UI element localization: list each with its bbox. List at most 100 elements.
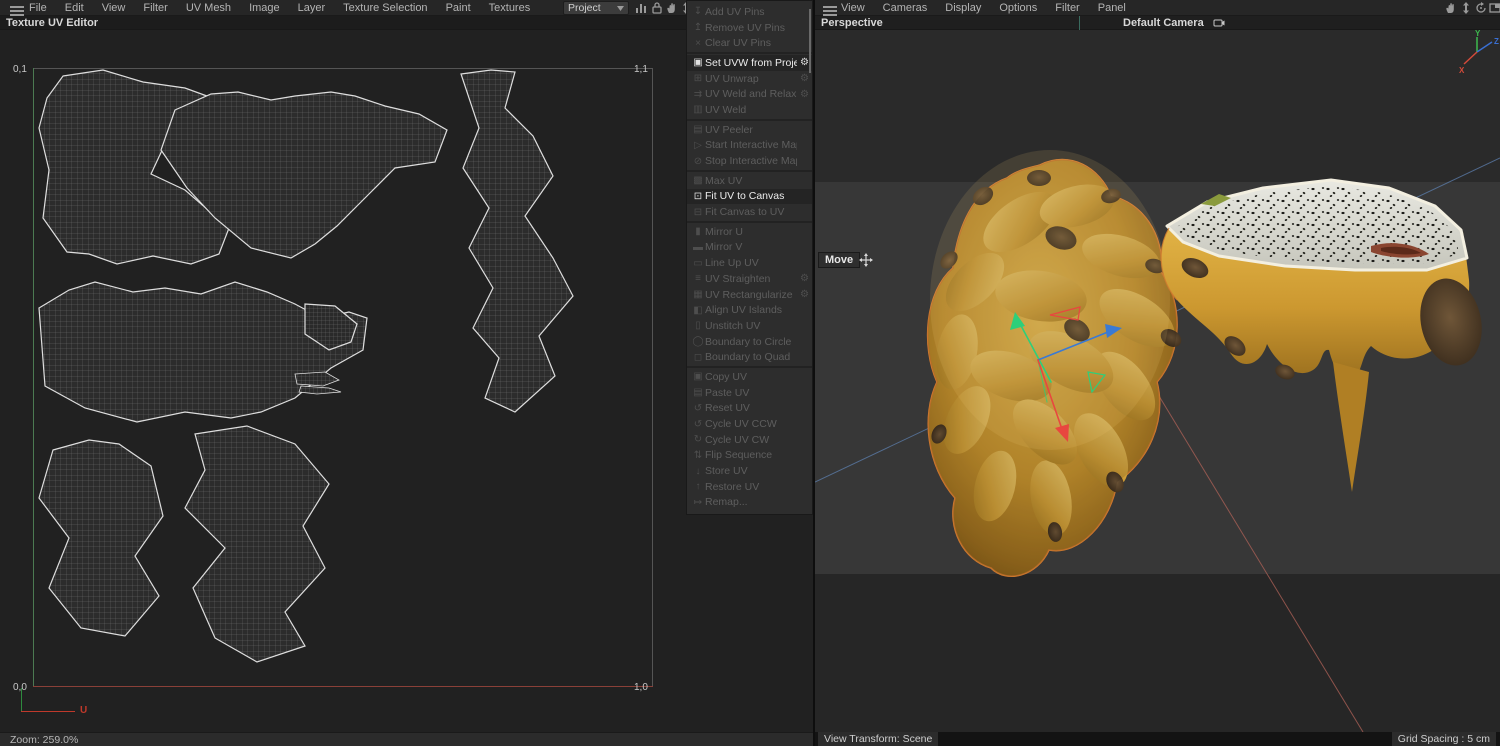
cycle-cw-icon: ↻ [693, 434, 703, 446]
uv-menu-item-mirror-u: ▮ Mirror U [687, 224, 812, 240]
uv-menu-item-mirror-v: ▬ Mirror V [687, 240, 812, 256]
3d-viewport[interactable]: Y Z X Move [815, 30, 1500, 732]
gear-icon[interactable]: ⚙ [797, 273, 809, 284]
reset-icon: ↺ [693, 402, 703, 414]
viewport-menu-filter[interactable]: Filter [1046, 0, 1088, 16]
viewport-bg-near [815, 574, 1500, 732]
uv-menu-item-label: Store UV [705, 465, 748, 478]
viewport-camera-label[interactable]: Default Camera [1123, 17, 1204, 29]
uv-menu-item-label: UV Unwrap [705, 72, 759, 85]
uv-menu-item-label: Cycle UV CCW [705, 418, 777, 431]
stop-icon: ⊘ [693, 155, 703, 167]
viewport-statusbar: View Transform: Scene Grid Spacing : 5 c… [815, 732, 1500, 746]
uv-menu-item-uv-weld: ▥ UV Weld [687, 102, 812, 118]
uv-menu-item-paste-uv: ▤ Paste UV [687, 385, 812, 401]
uv-corner-top-left: 0,1 [13, 64, 27, 75]
uv-island [460, 69, 574, 413]
uv-canvas[interactable] [33, 68, 653, 687]
uv-menu-item-remap: ↦ Remap... [687, 495, 812, 511]
gear-icon[interactable]: ⚙ [797, 73, 809, 84]
panel-divider[interactable] [813, 0, 815, 746]
uv-island [294, 371, 340, 387]
viewport-hand-icon[interactable] [1444, 1, 1458, 15]
menu-paint[interactable]: Paint [437, 0, 480, 16]
view-transform-label: View Transform: Scene [818, 732, 939, 746]
uv-axis-u-label: U [80, 705, 88, 716]
gear-icon[interactable]: ⚙ [797, 89, 809, 100]
gear-icon[interactable]: ⚙ [797, 289, 809, 300]
menu-textures[interactable]: Textures [480, 0, 540, 16]
uv-menu-item-label: UV Weld [705, 103, 747, 116]
menu-filter[interactable]: Filter [134, 0, 176, 16]
uv-menu-item-fit-canvas-to-uv: ⊟ Fit Canvas to UV [687, 204, 812, 220]
uv-menu-item-cycle-uv-ccw: ↺ Cycle UV CCW [687, 416, 812, 432]
uv-menu-item-boundary-to-circle: ◯ Boundary to Circle [687, 334, 812, 350]
uv-islands[interactable] [38, 69, 574, 663]
pin-remove-icon: ↥ [693, 22, 703, 34]
menu-scrollbar[interactable] [809, 9, 811, 73]
menu-file[interactable]: File [20, 0, 56, 16]
viewport-menu-cameras[interactable]: Cameras [874, 0, 937, 16]
weld-icon: ▥ [693, 104, 703, 116]
uv-axis-widget-u [21, 711, 75, 712]
uv-menu-item-stop-interactive-mapping: ⊘Stop Interactive Mapping [687, 153, 812, 169]
uv-menu-item-boundary-to-quad: ◻ Boundary to Quad [687, 349, 812, 365]
cycle-ccw-icon: ↺ [693, 418, 703, 430]
uv-menu-item-label: Restore UV [705, 480, 760, 493]
viewport-menu-display[interactable]: Display [936, 0, 990, 16]
uv-menu-group: ↧ Add UV Pins ↥ Remove UV Pins × Clear UV Pin… [687, 3, 812, 55]
axis-x-label: X [1459, 66, 1465, 75]
viewport-menu-options[interactable]: Options [990, 0, 1046, 16]
viewport-zoom-icon[interactable] [1459, 1, 1473, 15]
max-uv-icon: ▩ [693, 175, 703, 187]
menu-edit[interactable]: Edit [56, 0, 93, 16]
menu-image[interactable]: Image [240, 0, 289, 16]
viewport-menu-panel[interactable]: Panel [1089, 0, 1135, 16]
viewport-rotate-icon[interactable] [1474, 1, 1488, 15]
axis-z-label: Z [1494, 37, 1499, 46]
menu-texture-selection[interactable]: Texture Selection [334, 0, 436, 16]
uv-menu-item-fit-uv-to-canvas[interactable]: ⊡ Fit UV to Canvas [687, 188, 812, 205]
flip-sequence-icon: ⇅ [693, 449, 703, 461]
menu-uv-mesh[interactable]: UV Mesh [177, 0, 240, 16]
uv-menu-item-label: Set UVW from Projection [705, 56, 797, 69]
uv-menu-item-clear-uv-pins: × Clear UV Pins [687, 35, 812, 51]
uv-island [298, 385, 342, 395]
uv-island [38, 439, 164, 637]
menu-view[interactable]: View [93, 0, 135, 16]
uv-command-menu: ↧ Add UV Pins ↥ Remove UV Pins × Clear UV Pin… [686, 0, 813, 516]
histogram-icon[interactable] [634, 1, 648, 15]
uv-menu-item-label: Remove UV Pins [705, 21, 785, 34]
uv-axis-widget-v [21, 688, 22, 712]
uv-corner-top-right: 1,1 [634, 64, 648, 75]
maximize-frame-icon[interactable] [1488, 1, 1500, 15]
uv-menu-item-uv-weld-and-relax: ⇉ UV Weld and Relax ⚙ [687, 86, 812, 102]
fit-uv-icon: ⊡ [693, 190, 703, 202]
uv-menu-item-set-uvw-from-projection[interactable]: ▣Set UVW from Projection⚙ [687, 55, 812, 71]
uv-menu-item-remove-uv-pins: ↥ Remove UV Pins [687, 20, 812, 36]
uv-menu-group: ▤UV Peeler▷Start Interactive Mapping⊘Sto… [687, 121, 812, 172]
viewport-view-label[interactable]: Perspective [821, 17, 883, 29]
hand-icon[interactable] [665, 1, 679, 15]
uv-menu-item-uv-rectangularize: ▦ UV Rectangularize ⚙ [687, 287, 812, 303]
unwrap-icon: ⊞ [693, 73, 703, 85]
chevron-down-icon [617, 5, 624, 11]
rectangularize-icon: ▦ [693, 289, 703, 301]
menu-layer[interactable]: Layer [289, 0, 335, 16]
uv-menu-item-uv-straighten: ≡ UV Straighten ⚙ [687, 271, 812, 287]
uv-menu-item-reset-uv: ↺ Reset UV [687, 401, 812, 417]
gear-icon[interactable]: ⚙ [797, 57, 809, 68]
lock-icon[interactable] [650, 1, 664, 15]
camera-icon[interactable] [1213, 18, 1225, 28]
weld-relax-icon: ⇉ [693, 88, 703, 100]
uv-menu-item-label: Max UV [705, 174, 743, 187]
viewport-menu-view[interactable]: View [832, 0, 874, 16]
application-window: File Edit View Filter UV Mesh Image Layer Textu… [0, 0, 1500, 746]
mirror-u-icon: ▮ [695, 226, 701, 238]
uv-menu-item-label: Boundary to Circle [705, 335, 792, 348]
project-dropdown[interactable]: Project [563, 1, 629, 15]
unstitch-icon: ▯ [695, 320, 701, 332]
uv-menu-item-label: Stop Interactive Mapping [705, 155, 797, 168]
uv-menu-item-label: Cycle UV CW [705, 433, 770, 446]
project-dropdown-label: Project [568, 2, 601, 14]
